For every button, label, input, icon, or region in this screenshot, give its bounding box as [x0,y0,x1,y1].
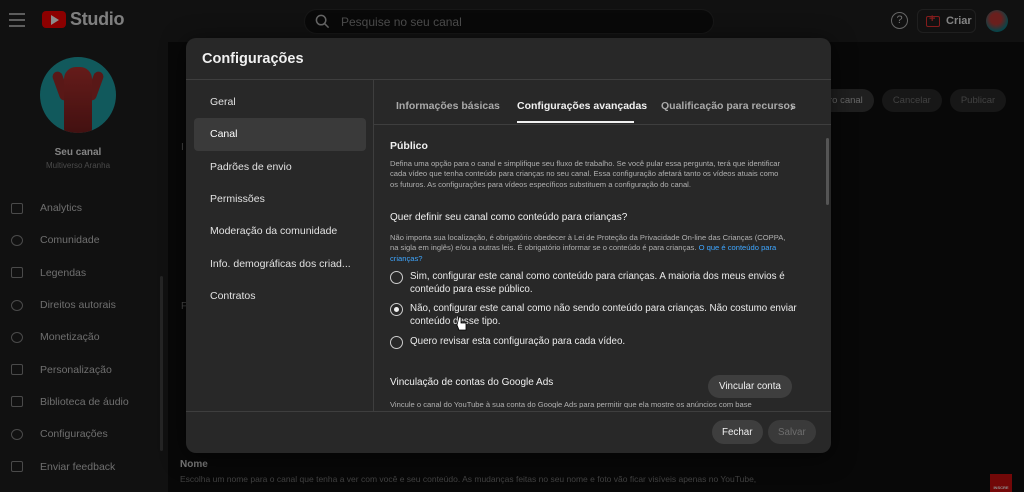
radio-button[interactable] [390,271,403,284]
close-button[interactable]: Fechar [712,420,763,444]
settings-nav-creator-demographics[interactable]: Info. demográficas dos criad... [194,247,366,279]
settings-nav: Geral Canal Padrões de envio Permissões … [194,86,366,312]
google-ads-description: Vincule o canal do YouTube à sua conta d… [390,400,752,408]
panel-scrollbar[interactable] [826,138,829,205]
section-description: Defina uma opção para o canal e simplifi… [390,159,781,189]
settings-tabs: Informações básicas Configurações avança… [374,80,831,124]
radio-label: Sim, configurar este canal como conteúdo… [410,271,785,295]
tab-feature-eligibility[interactable]: Qualificação para recursos [661,100,796,112]
google-ads-title: Vinculação de contas do Google Ads [390,377,554,388]
settings-nav-agreements[interactable]: Contratos [194,280,366,312]
radio-button-selected[interactable] [390,303,403,316]
radio-option-yes[interactable]: Sim, configurar este canal como conteúdo… [390,270,800,296]
hand-cursor-icon [456,316,467,331]
save-button[interactable]: Salvar [768,420,816,444]
modal-title: Configurações [202,51,304,67]
settings-nav-channel[interactable]: Canal [194,118,366,151]
tab-advanced-settings[interactable]: Configurações avançadas [517,100,647,112]
settings-nav-upload-defaults[interactable]: Padrões de envio [194,151,366,183]
tab-basic-info[interactable]: Informações básicas [396,100,500,112]
divider [374,124,831,125]
divider [186,411,831,412]
settings-nav-general[interactable]: Geral [194,86,366,118]
radio-option-per-video[interactable]: Quero revisar esta configuração para cad… [390,335,800,349]
radio-label: Quero revisar esta configuração para cad… [410,336,626,347]
section-title: Público [390,140,428,152]
radio-option-no[interactable]: Não, configurar este canal como não send… [390,302,800,328]
settings-nav-community-moderation[interactable]: Moderação da comunidade [194,215,366,247]
chevron-right-icon[interactable]: › [790,100,794,114]
link-account-button[interactable]: Vincular conta [708,375,792,398]
radio-button[interactable] [390,336,403,349]
kids-question: Quer definir seu canal como conteúdo par… [390,212,628,223]
radio-label: Não, configurar este canal como não send… [410,303,797,327]
active-tab-indicator [517,121,634,123]
coppa-text: Não importa sua localização, é obrigatór… [390,233,788,264]
divider [373,79,374,411]
settings-modal: Configurações Geral Canal Padrões de env… [186,38,831,453]
settings-panel: Público Defina uma opção para o canal e … [390,138,800,408]
settings-nav-permissions[interactable]: Permissões [194,183,366,215]
